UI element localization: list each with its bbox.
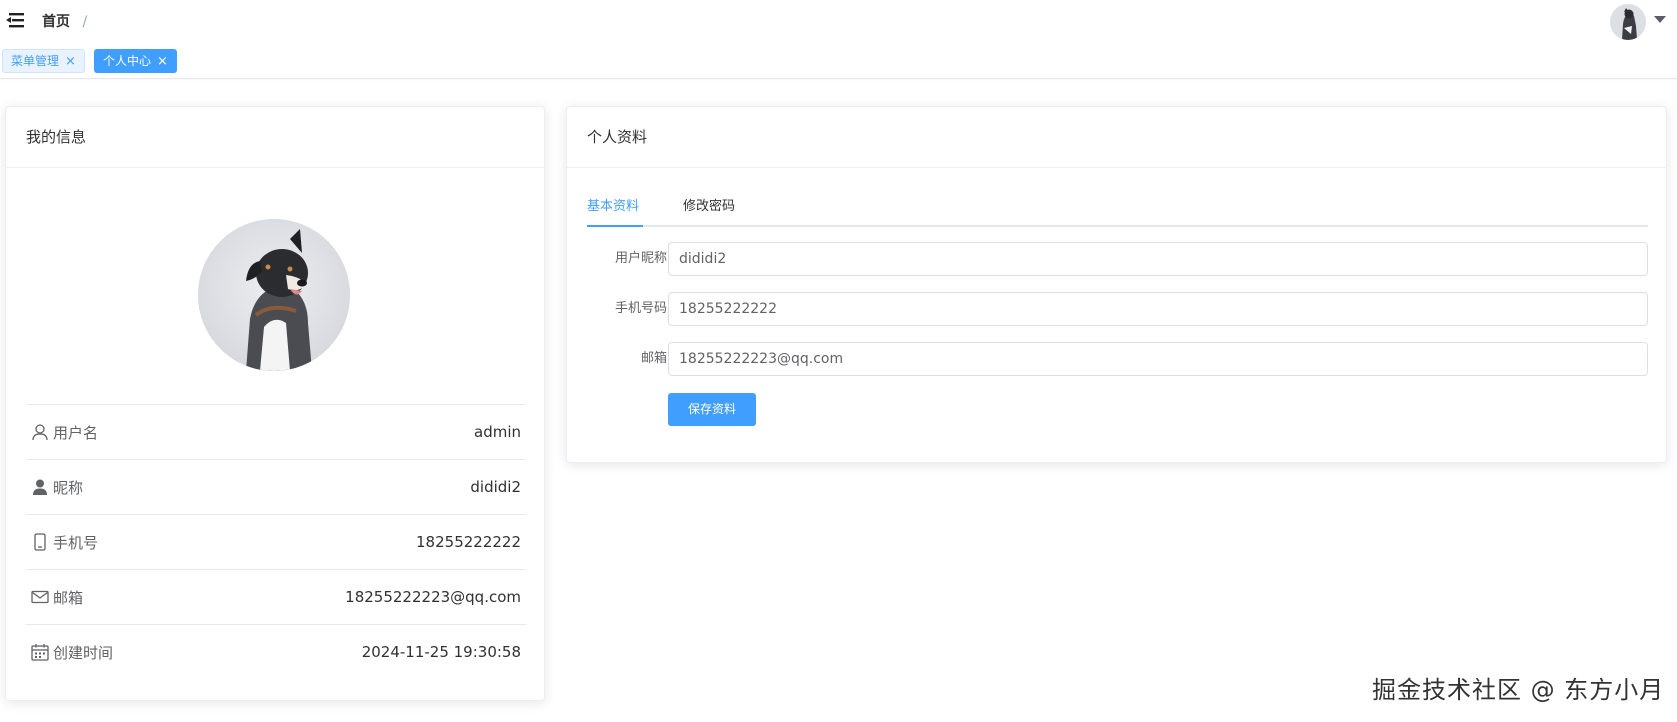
email-input[interactable] xyxy=(668,342,1648,376)
calendar-icon xyxy=(31,644,49,661)
tag-menu-management[interactable]: 菜单管理 × xyxy=(2,49,85,73)
form-row-phone: 手机号码 xyxy=(587,292,1648,326)
user-avatar[interactable] xyxy=(1610,4,1646,40)
info-value: 2024-11-25 19:30:58 xyxy=(361,643,521,661)
breadcrumb-home[interactable]: 首页 xyxy=(42,14,70,30)
profile-card-title: 我的信息 xyxy=(6,107,544,168)
profile-info-card: 我的信息 用户名 admin 昵称 dididi2 手机号 1825522222… xyxy=(5,106,545,701)
info-row-username: 用户名 admin xyxy=(26,404,526,459)
hamburger-menu-icon[interactable] xyxy=(4,10,26,30)
close-icon[interactable]: × xyxy=(157,54,168,69)
tags-view: 菜单管理 × 个人中心 × xyxy=(0,42,1677,79)
profile-info-list: 用户名 admin 昵称 dididi2 手机号 18255222222 邮箱 … xyxy=(26,404,526,679)
info-label: 创建时间 xyxy=(31,642,113,663)
close-icon[interactable]: × xyxy=(65,54,76,69)
info-label-text: 邮箱 xyxy=(53,588,84,607)
info-row-created: 创建时间 2024-11-25 19:30:58 xyxy=(26,624,526,679)
tag-label: 个人中心 xyxy=(103,54,152,68)
info-label-text: 用户名 xyxy=(53,423,99,442)
info-label: 昵称 xyxy=(31,477,83,498)
email-label: 邮箱 xyxy=(640,351,667,366)
breadcrumb: 首页 / xyxy=(42,11,87,31)
user-menu[interactable] xyxy=(1608,2,1672,40)
form-row-nickname: 用户昵称 xyxy=(587,242,1648,276)
tab-change-password[interactable]: 修改密码 xyxy=(683,187,735,227)
settings-card-title: 个人资料 xyxy=(567,107,1666,168)
info-label: 用户名 xyxy=(31,422,98,443)
info-label-text: 手机号 xyxy=(53,533,99,552)
info-value: 18255222222 xyxy=(416,533,521,551)
active-tab-indicator xyxy=(587,225,643,227)
info-label-text: 昵称 xyxy=(53,478,84,497)
nickname-label: 用户昵称 xyxy=(614,251,667,266)
user-outline-icon xyxy=(32,424,48,441)
info-row-nickname: 昵称 dididi2 xyxy=(26,459,526,514)
phone-icon xyxy=(34,533,46,551)
info-label-text: 创建时间 xyxy=(53,643,114,662)
info-label: 手机号 xyxy=(31,532,98,553)
info-value: dididi2 xyxy=(470,478,521,496)
mail-icon xyxy=(31,590,49,604)
user-solid-icon xyxy=(33,479,47,495)
profile-settings-card: 个人资料 基本资料 修改密码 用户昵称 手机号码 邮箱 保存资料 xyxy=(566,106,1667,463)
info-row-email: 邮箱 18255222223@qq.com xyxy=(26,569,526,624)
form-row-email: 邮箱 xyxy=(587,342,1648,376)
settings-tabs: 基本资料 修改密码 xyxy=(587,187,1648,227)
save-profile-button[interactable]: 保存资料 xyxy=(668,393,756,426)
info-value: 18255222223@qq.com xyxy=(345,588,521,606)
info-label: 邮箱 xyxy=(31,587,83,608)
tag-personal-center[interactable]: 个人中心 × xyxy=(94,49,177,73)
tab-basic-info[interactable]: 基本资料 xyxy=(587,187,639,227)
breadcrumb-separator: / xyxy=(82,14,88,30)
chevron-down-icon[interactable] xyxy=(1654,16,1666,23)
navbar: 首页 / xyxy=(0,0,1677,42)
watermark: 掘金技术社区 @ 东方小月 xyxy=(1372,676,1665,704)
nickname-input[interactable] xyxy=(668,242,1648,276)
info-row-phone: 手机号 18255222222 xyxy=(26,514,526,569)
profile-avatar[interactable] xyxy=(198,219,350,371)
info-value: admin xyxy=(474,423,521,441)
tag-label: 菜单管理 xyxy=(11,54,60,68)
phone-input[interactable] xyxy=(668,292,1648,326)
phone-label: 手机号码 xyxy=(614,301,667,316)
